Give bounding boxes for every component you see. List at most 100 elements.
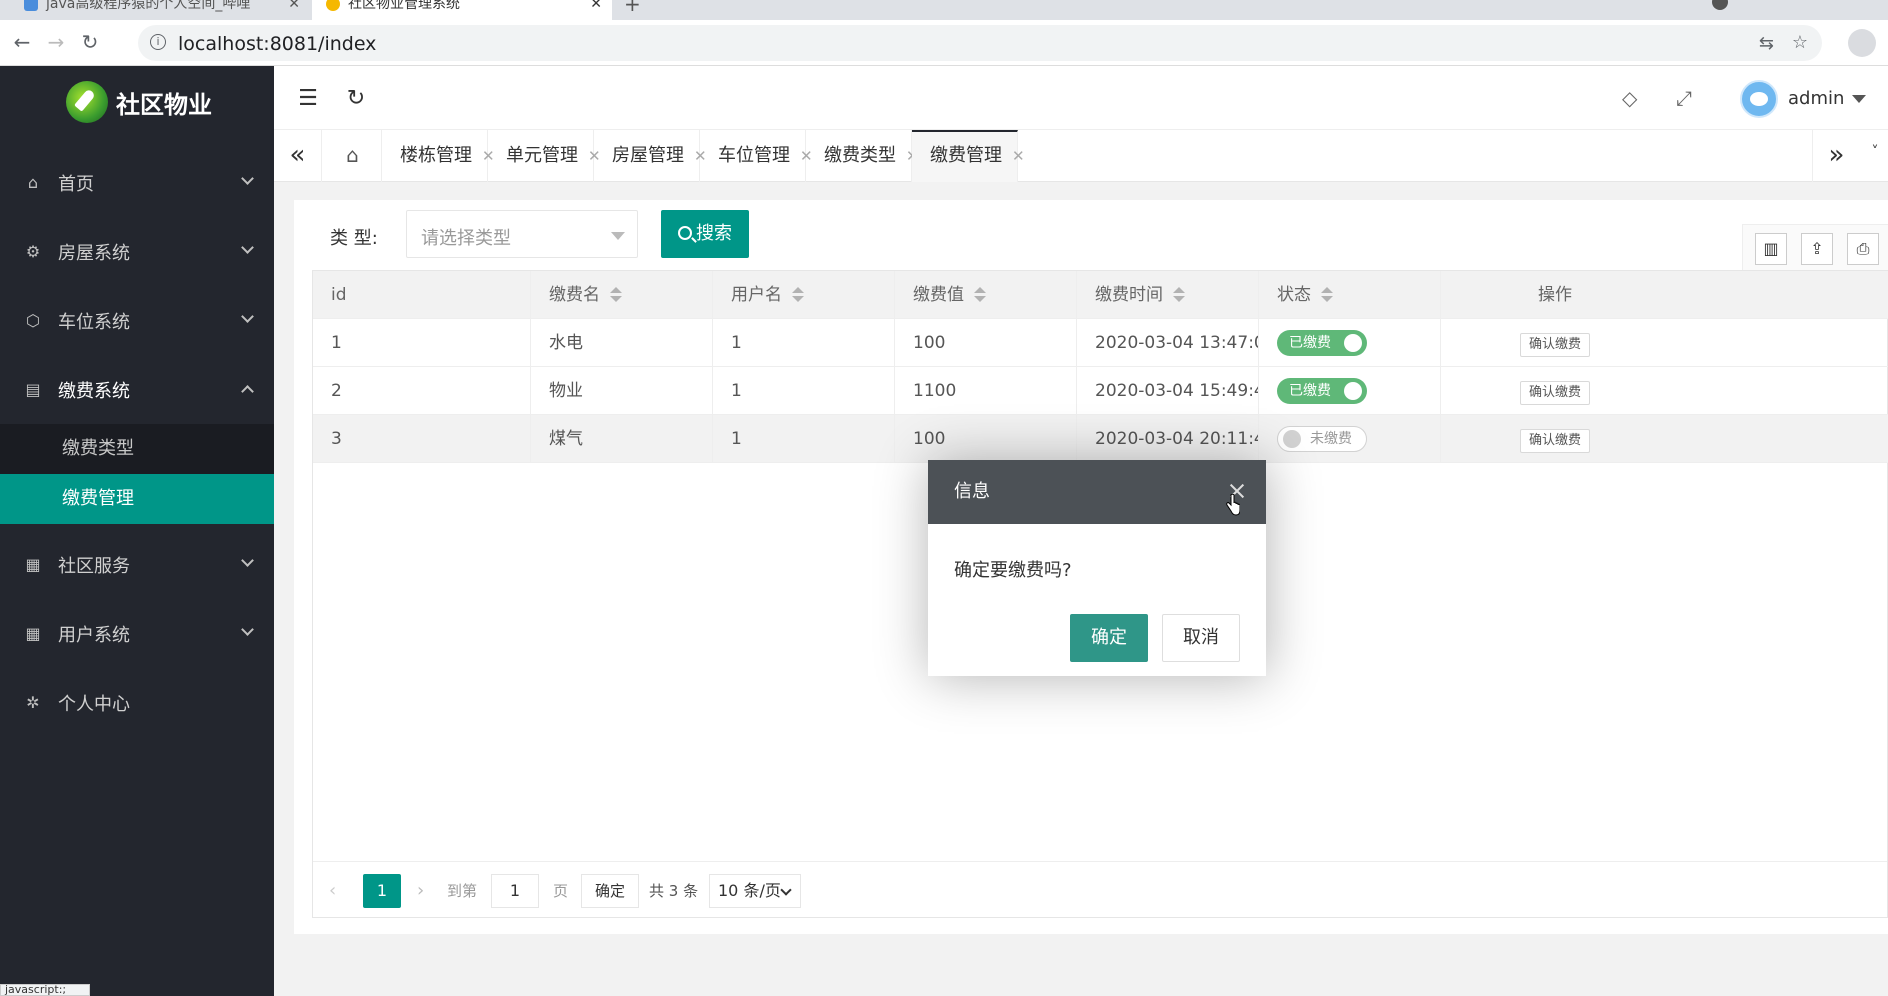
tag-icon[interactable]: ◇ xyxy=(1622,86,1637,110)
cell-value: 100 xyxy=(895,415,1077,463)
sidebar-item-community[interactable]: ▦ 社区服务 xyxy=(0,530,274,599)
sort-icon[interactable] xyxy=(974,287,986,303)
switch-knob xyxy=(1344,334,1362,352)
type-select[interactable]: 请选择类型 xyxy=(406,210,638,258)
next-page-icon[interactable]: › xyxy=(417,874,424,908)
avatar[interactable] xyxy=(1740,80,1778,118)
logo: 社区物业 xyxy=(66,80,212,124)
current-page[interactable]: 1 xyxy=(363,874,401,908)
dialog-title: 信息 xyxy=(928,460,1266,524)
tab-payment-manage[interactable]: 缴费管理 ✕ xyxy=(912,130,1025,182)
tab-label: 房屋管理 xyxy=(612,145,684,166)
prev-page-icon[interactable]: ‹ xyxy=(329,874,336,908)
sidebar-item-users[interactable]: ▦ 用户系统 xyxy=(0,599,274,668)
export-icon[interactable]: ⇪ xyxy=(1801,233,1833,265)
column-header-user[interactable]: 用户名 xyxy=(713,271,895,319)
sort-icon[interactable] xyxy=(1173,287,1185,303)
top-header: ☰ ↻ ◇ ⤢ admin xyxy=(274,66,1888,130)
caret-down-icon xyxy=(611,232,625,240)
info-icon[interactable]: i xyxy=(150,34,166,50)
media-icon[interactable] xyxy=(1712,0,1728,10)
sort-icon[interactable] xyxy=(1321,287,1333,303)
sidebar-item-label: 用户系统 xyxy=(58,624,130,646)
address-bar: ← → ↻ i localhost:8081/index ⇆ ☆ xyxy=(0,20,1888,66)
close-icon[interactable]: ✕ xyxy=(1012,147,1025,165)
close-icon[interactable]: ✕ xyxy=(288,0,300,20)
total-count: 共 3 条 xyxy=(649,882,699,900)
browser-tab[interactable]: java高级程序猿的个人空间_哔哩 ✕ xyxy=(10,0,310,20)
user-gear-icon: ✲ xyxy=(26,692,40,712)
table-toolbar: ▥ ⇪ ⎙ xyxy=(1742,224,1888,272)
chevron-down-icon xyxy=(241,554,254,567)
sidebar-subitem-payment-manage[interactable]: 缴费管理 xyxy=(0,474,274,524)
status-switch[interactable]: 未缴费 xyxy=(1277,426,1367,452)
url-text[interactable]: localhost:8081/index xyxy=(178,33,376,55)
dialog-cancel-button[interactable]: 取消 xyxy=(1162,614,1240,662)
sidebar-item-payment[interactable]: ▤ 缴费系统 xyxy=(0,355,274,424)
reload-icon[interactable]: ↻ xyxy=(78,30,102,54)
tab-payment-type[interactable]: 缴费类型✕ xyxy=(806,130,919,182)
columns-filter-icon[interactable]: ▥ xyxy=(1755,233,1787,265)
goto-confirm-button[interactable]: 确定 xyxy=(581,874,639,908)
tab-unit[interactable]: 单元管理 ✕ xyxy=(488,130,601,182)
column-header-status[interactable]: 状态 xyxy=(1259,271,1441,319)
confirm-payment-button[interactable]: 确认缴费 xyxy=(1519,381,1590,405)
goto-page-input[interactable]: 1 xyxy=(491,874,539,908)
chevron-down-icon xyxy=(780,884,792,896)
tabs-scroll-right-icon[interactable]: » xyxy=(1812,130,1860,182)
back-icon[interactable]: ← xyxy=(10,30,34,54)
page-size-select[interactable]: 10 条/页 xyxy=(709,874,801,908)
menu-toggle-icon[interactable]: ☰ xyxy=(296,86,320,111)
status-switch[interactable]: 已缴费 xyxy=(1277,330,1367,356)
translate-icon[interactable]: ⇆ xyxy=(1759,33,1774,54)
goto-prefix: 到第 xyxy=(447,882,478,900)
dialog-ok-button[interactable]: 确定 xyxy=(1070,614,1148,662)
tab-label: 单元管理 xyxy=(506,145,578,166)
sidebar-subitem-payment-type[interactable]: 缴费类型 xyxy=(0,424,274,474)
status-switch-label: 已缴费 xyxy=(1289,335,1331,351)
tab-parking[interactable]: 车位管理 ✕ xyxy=(700,130,813,182)
browser-tab-active[interactable]: 社区物业管理系统 ✕ xyxy=(312,0,612,20)
star-icon[interactable]: ☆ xyxy=(1792,32,1808,53)
goto-suffix: 页 xyxy=(553,882,569,900)
site-favicon-icon xyxy=(326,0,340,11)
close-icon[interactable]: ✕ xyxy=(590,0,602,20)
new-tab-icon[interactable]: + xyxy=(624,0,641,16)
cell-name: 水电 xyxy=(531,319,713,367)
refresh-icon[interactable]: ↻ xyxy=(344,86,368,111)
print-icon[interactable]: ⎙ xyxy=(1847,233,1879,265)
confirm-payment-button[interactable]: 确认缴费 xyxy=(1519,333,1590,357)
sidebar-item-house[interactable]: ⚙ 房屋系统 xyxy=(0,217,274,286)
tabs-dropdown-icon[interactable]: ˅ xyxy=(1862,130,1888,182)
tabs-scroll-left-icon[interactable]: « xyxy=(274,130,322,182)
user-menu[interactable]: admin xyxy=(1788,88,1867,109)
column-header-time[interactable]: 缴费时间 xyxy=(1077,271,1259,319)
column-header-value[interactable]: 缴费值 xyxy=(895,271,1077,319)
cell-user: 1 xyxy=(713,367,895,415)
table-header-row: id 缴费名 用户名 缴费值 缴费时间 状态 操作 xyxy=(313,271,1888,319)
sidebar-item-profile[interactable]: ✲ 个人中心 xyxy=(0,668,274,737)
search-button[interactable]: 搜索 xyxy=(661,210,749,258)
sort-icon[interactable] xyxy=(792,287,804,303)
dashboard-icon: ▤ xyxy=(25,379,41,399)
search-icon xyxy=(678,226,692,240)
profile-icon[interactable] xyxy=(1848,29,1876,57)
tab-house[interactable]: 房屋管理 ✕ xyxy=(594,130,707,182)
tab-building[interactable]: 楼栋管理 ✕ xyxy=(382,130,495,182)
forward-icon[interactable]: → xyxy=(44,30,68,54)
status-switch[interactable]: 已缴费 xyxy=(1277,378,1367,404)
confirm-payment-button[interactable]: 确认缴费 xyxy=(1519,429,1590,453)
cell-action: 确认缴费 xyxy=(1441,367,1669,415)
sidebar-item-home[interactable]: ⌂ 首页 xyxy=(0,148,274,217)
sort-icon[interactable] xyxy=(610,287,622,303)
column-header-label: 状态 xyxy=(1277,285,1311,305)
home-tab-icon[interactable]: ⌂ xyxy=(324,130,382,182)
column-header-label: 缴费时间 xyxy=(1095,285,1163,305)
pagination: ‹ 1 › 到第 1 页 确定 共 3 条 10 条/页 xyxy=(313,861,1887,917)
fullscreen-icon[interactable]: ⤢ xyxy=(1676,86,1692,110)
status-bar-tip: javascript:; xyxy=(0,984,90,996)
column-header-name[interactable]: 缴费名 xyxy=(531,271,713,319)
column-header-id: id xyxy=(313,271,531,319)
url-box[interactable]: i localhost:8081/index ⇆ ☆ xyxy=(138,25,1822,61)
sidebar-item-parking[interactable]: ⬡ 车位系统 xyxy=(0,286,274,355)
